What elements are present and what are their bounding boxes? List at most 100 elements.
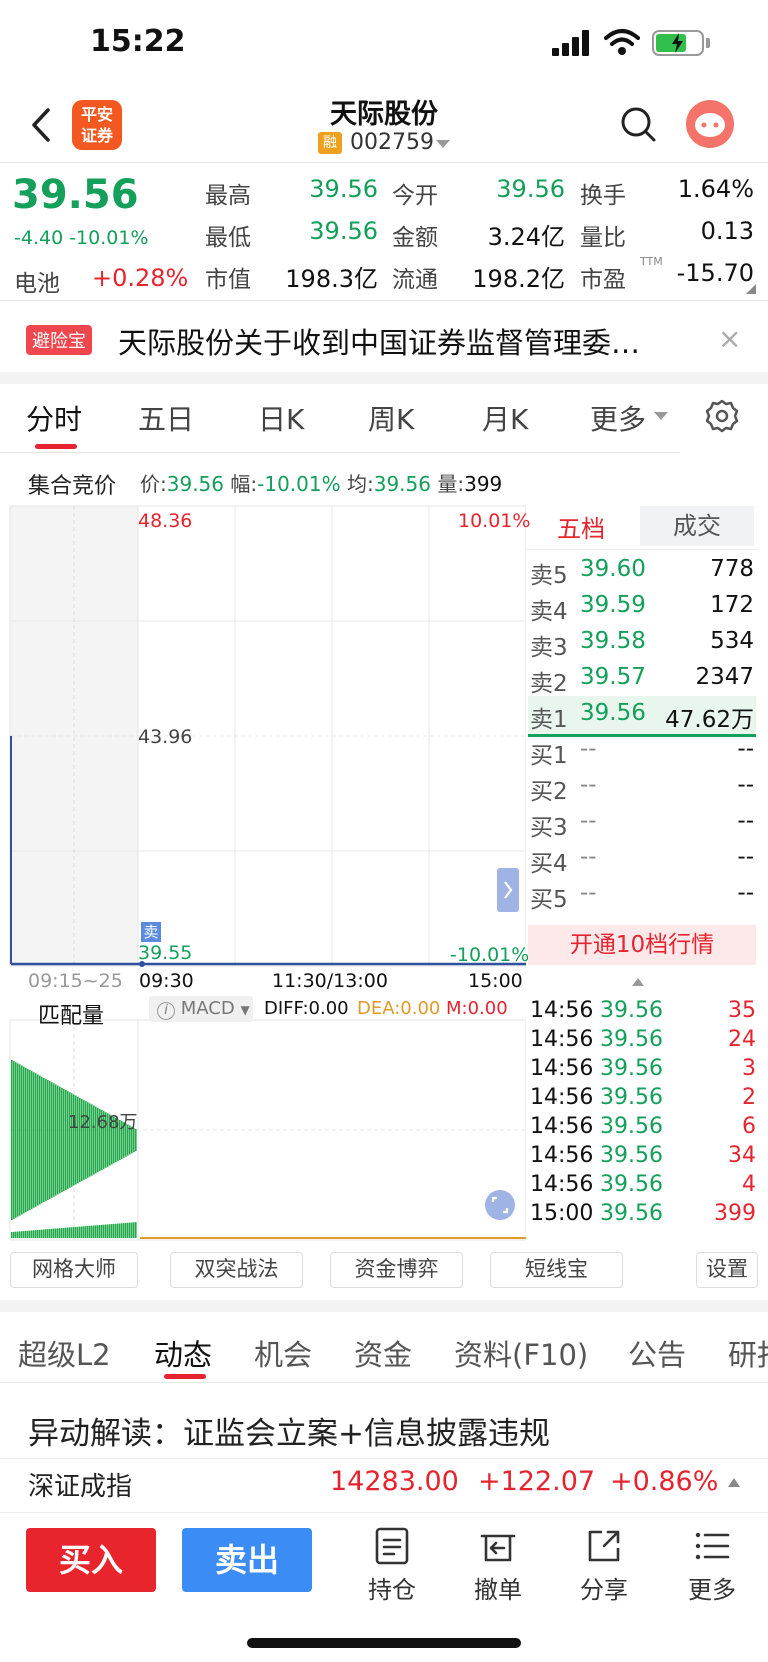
tick-volume: 34 xyxy=(728,1143,756,1168)
sell-marker: 卖 xyxy=(141,922,161,942)
match-volume-bar xyxy=(47,1080,49,1200)
bid-row[interactable]: 买1 -- -- xyxy=(528,732,756,770)
gear-icon[interactable] xyxy=(704,398,740,434)
caret-up-icon[interactable] xyxy=(632,978,644,986)
share-label[interactable]: 分享 xyxy=(564,1570,644,1605)
tab-opportunities[interactable]: 机会 xyxy=(254,1332,312,1374)
unmatched-volume-bar xyxy=(41,1229,43,1238)
caret-down-icon[interactable] xyxy=(436,140,450,148)
tick-volume: 2 xyxy=(742,1085,756,1110)
unmatched-volume-bar xyxy=(79,1226,81,1238)
unmatched-volume-bar xyxy=(61,1228,63,1238)
bid-row[interactable]: 买3 -- -- xyxy=(528,804,756,842)
tab-more[interactable]: 更多 xyxy=(590,398,646,438)
announcement-banner[interactable]: 天际股份关于收到中国证券监督管理委… xyxy=(118,320,688,362)
fund-game-button[interactable]: 资金博弈 xyxy=(330,1252,463,1288)
info-price-label: 价: xyxy=(140,472,167,496)
unmatched-volume-bar xyxy=(69,1227,71,1238)
bid-row[interactable]: 买5 -- -- xyxy=(528,876,756,914)
more-label[interactable]: 更多 xyxy=(672,1570,752,1605)
quote-value: 39.56 xyxy=(309,175,378,203)
share-icon[interactable] xyxy=(584,1526,624,1566)
level-price: -- xyxy=(580,736,597,762)
match-volume-bar xyxy=(45,1078,47,1202)
unmatched-volume-bar xyxy=(63,1227,65,1238)
match-volume-bar xyxy=(15,1062,17,1218)
tab-announcements[interactable]: 公告 xyxy=(628,1332,686,1374)
home-indicator[interactable] xyxy=(247,1638,521,1648)
level-label: 买5 xyxy=(530,887,568,913)
tab-monthly-k[interactable]: 月K xyxy=(482,398,528,438)
search-icon[interactable] xyxy=(618,104,658,144)
ask-row[interactable]: 卖2 39.57 2347 xyxy=(528,660,756,698)
quote-label: 今开 xyxy=(392,183,438,209)
short-term-button[interactable]: 短线宝 xyxy=(490,1252,623,1288)
ask-row[interactable]: 卖1 39.56 47.62万 xyxy=(528,696,756,734)
grid-master-button[interactable]: 网格大师 xyxy=(10,1252,138,1288)
holdings-icon[interactable] xyxy=(372,1526,412,1566)
tick-volume: 4 xyxy=(742,1172,756,1197)
anomaly-news[interactable]: 异动解读：证监会立案+信息披露违规 xyxy=(28,1408,550,1453)
level-volume: 534 xyxy=(710,628,754,654)
ask-row[interactable]: 卖3 39.58 534 xyxy=(528,624,756,662)
tab-weekly-k[interactable]: 周K xyxy=(368,398,414,438)
tab-dynamics[interactable]: 动态 xyxy=(154,1332,212,1374)
match-volume-value: 12.68万 xyxy=(68,1112,138,1133)
tab-super-l2[interactable]: 超级L2 xyxy=(18,1332,111,1374)
ask-row[interactable]: 卖4 39.59 172 xyxy=(528,588,756,626)
open-level10-button[interactable]: 开通10档行情 xyxy=(528,925,756,965)
corner-triangle-icon xyxy=(746,284,756,294)
sector-label[interactable]: 电池 xyxy=(14,264,60,298)
tab-research[interactable]: 研报 xyxy=(728,1332,768,1374)
status-time: 15:22 xyxy=(90,24,186,59)
match-volume-bar xyxy=(17,1063,19,1217)
match-volume-bar xyxy=(51,1082,53,1198)
caret-down-icon[interactable] xyxy=(654,412,668,420)
bid-row[interactable]: 买2 -- -- xyxy=(528,768,756,806)
tab-intraday[interactable]: 分时 xyxy=(26,398,82,438)
holdings-label[interactable]: 持仓 xyxy=(352,1570,432,1605)
unmatched-volume-bar xyxy=(49,1228,51,1238)
match-volume-bar xyxy=(55,1084,57,1196)
tick-volume: 35 xyxy=(728,998,756,1023)
stock-code[interactable]: 002759 xyxy=(350,130,434,155)
tab-daily-k[interactable]: 日K xyxy=(258,398,304,438)
pct-axis-top: 10.01% xyxy=(458,510,531,532)
unmatched-volume-bar xyxy=(55,1228,57,1238)
settings-button[interactable]: 设置 xyxy=(696,1252,758,1288)
tab-trades[interactable]: 成交 xyxy=(640,506,754,546)
unmatched-volume-bar xyxy=(67,1227,69,1238)
unmatched-volume-bar xyxy=(31,1230,33,1238)
unmatched-volume-bar xyxy=(45,1229,47,1238)
match-volume-bar xyxy=(61,1087,63,1193)
unmatched-volume-bar xyxy=(133,1222,135,1238)
tab-order-book[interactable]: 五档 xyxy=(526,509,636,544)
risk-badge: 避险宝 xyxy=(26,325,92,355)
tick-price: 39.56 xyxy=(600,1056,663,1081)
bid-row[interactable]: 买4 -- -- xyxy=(528,840,756,878)
tab-five-day[interactable]: 五日 xyxy=(138,398,194,438)
trade-tick-row: 14:56 39.56 34 xyxy=(530,1143,756,1172)
ask-row[interactable]: 卖5 39.60 778 xyxy=(528,552,756,590)
quote-value: 198.3亿 xyxy=(285,265,378,293)
buy-button[interactable]: 买入 xyxy=(26,1528,156,1592)
match-volume-bar xyxy=(65,1090,67,1190)
tab-f10[interactable]: 资料(F10) xyxy=(454,1332,588,1374)
level-label: 卖4 xyxy=(530,599,568,625)
caret-up-icon[interactable] xyxy=(728,1478,740,1487)
indicator-selector[interactable]: i MACD ▼ xyxy=(149,996,253,1022)
unmatched-volume-bar xyxy=(125,1222,127,1238)
active-tab-indicator xyxy=(164,1374,206,1379)
assistant-avatar[interactable] xyxy=(686,100,734,148)
tab-funds[interactable]: 资金 xyxy=(354,1332,412,1374)
unmatched-volume-bar xyxy=(51,1228,53,1238)
tick-time: 14:56 xyxy=(530,1056,594,1081)
cancel-order-icon[interactable] xyxy=(478,1526,518,1566)
unmatched-volume-bar xyxy=(109,1224,111,1238)
more-menu-icon[interactable] xyxy=(692,1526,732,1566)
sell-button[interactable]: 卖出 xyxy=(182,1528,312,1592)
unmatched-volume-bar xyxy=(97,1225,99,1238)
breakout-strategy-button[interactable]: 双突战法 xyxy=(170,1252,303,1288)
close-icon[interactable]: × xyxy=(718,322,741,355)
cancel-order-label[interactable]: 撤单 xyxy=(458,1570,538,1605)
